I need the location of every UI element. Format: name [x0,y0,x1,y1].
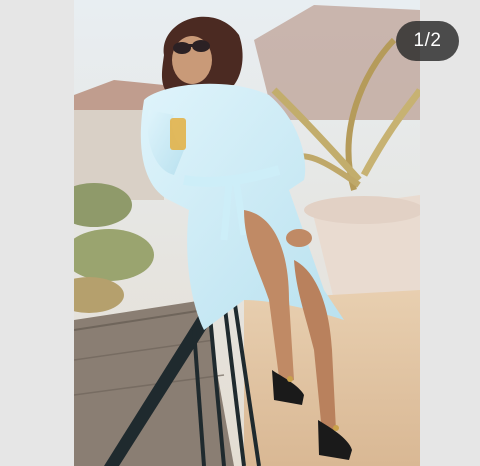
photo-illustration [74,0,420,466]
image-counter-badge: 1/2 [396,21,459,61]
image-viewer: 1/2 [0,0,480,466]
photo[interactable] [74,0,420,466]
